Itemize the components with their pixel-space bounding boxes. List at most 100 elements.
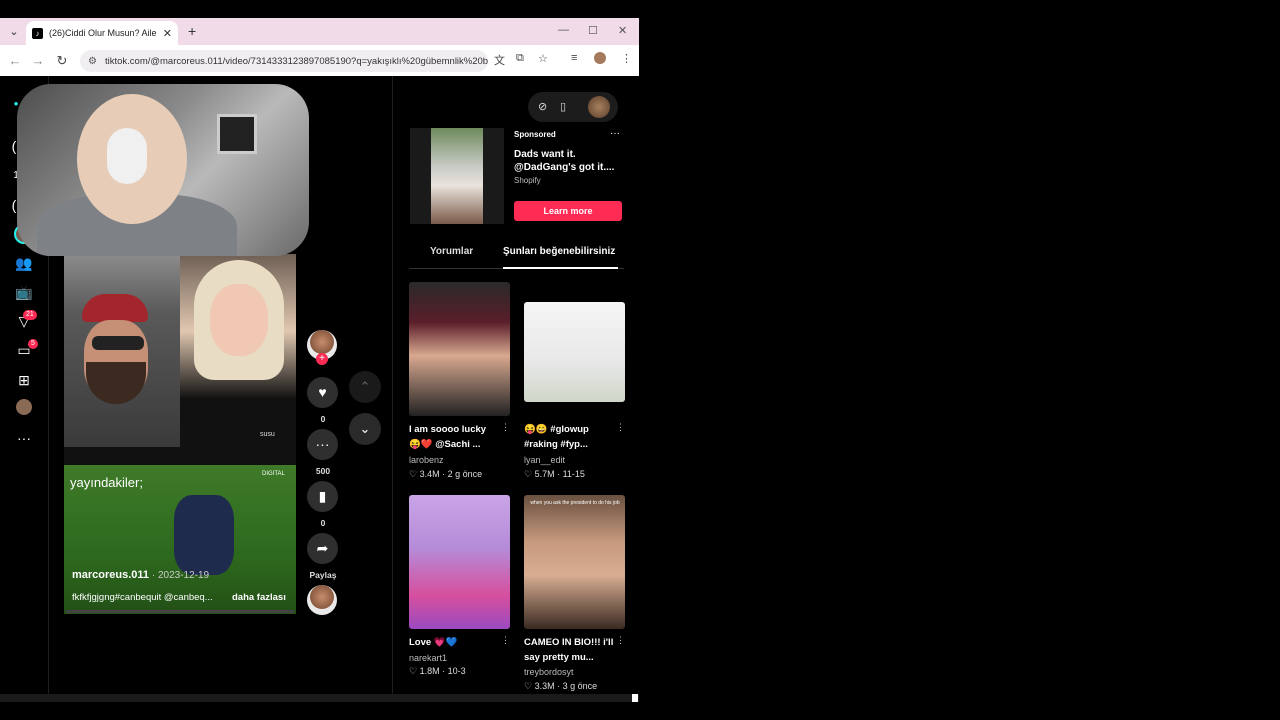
follow-plus-icon[interactable]: + — [316, 353, 328, 365]
tiktok-favicon-icon: ♪ — [32, 27, 43, 39]
card-title[interactable]: 😝😀 #glowup #raking #fyp... — [524, 422, 614, 452]
scrollbar-thumb[interactable] — [632, 694, 638, 702]
more-options-icon[interactable]: ⋮ — [501, 422, 510, 433]
beard — [86, 362, 146, 404]
ad-thumbnail[interactable] — [410, 128, 504, 224]
close-window-icon[interactable]: ✕ — [618, 24, 627, 37]
panel-tabs: Yorumlar Şunları beğenebilirsiniz — [409, 241, 624, 269]
user-avatar-icon[interactable] — [16, 399, 32, 415]
site-info-icon[interactable]: ⚙ — [88, 56, 97, 67]
star-icon[interactable]: ☆ — [538, 52, 548, 65]
sunglasses — [92, 336, 144, 350]
video-date: · 2023-12-19 — [149, 570, 210, 581]
webcam-overlay — [17, 84, 309, 256]
football-player — [174, 495, 234, 575]
video-overlay-text: yayındakiler; — [70, 475, 143, 490]
more-options-icon[interactable]: ⋮ — [616, 635, 625, 646]
messages-badge: 5 — [28, 339, 38, 349]
video-progress-bar[interactable] — [66, 610, 294, 613]
card-thumbnail[interactable]: when you ask the president to do his job — [524, 495, 625, 629]
like-count: 0 — [320, 414, 326, 424]
learn-more-button[interactable]: Learn more — [514, 201, 622, 221]
ad-brand: Shopify — [514, 176, 541, 185]
watermark-logo: DIGITAL — [262, 471, 285, 477]
more-options-icon[interactable]: ⋮ — [501, 635, 510, 646]
card-thumbnail[interactable] — [409, 495, 510, 629]
new-tab-button[interactable]: + — [188, 23, 196, 39]
share-icon[interactable]: ➦ — [307, 533, 338, 564]
right-panel: ⊘ ▯ Sponsored ··· Dads want it. @DadGang… — [392, 76, 639, 702]
upload-icon[interactable]: ⊞ — [14, 370, 34, 390]
comment-icon[interactable]: ··· — [307, 429, 338, 460]
minimize-icon[interactable]: — — [558, 24, 569, 36]
headphones — [107, 128, 147, 184]
sponsored-ad[interactable]: Sponsored ··· Dads want it. @DadGang's g… — [410, 128, 624, 228]
browser-window: ⌄ ♪ (26)Ciddi Olur Musun? Aile ve D ✕ + … — [0, 18, 639, 702]
card-title[interactable]: Love 💗💙 — [409, 635, 499, 650]
account-avatar[interactable] — [588, 96, 610, 118]
video-description: fkfkfjgjgng#canbequit @canbeq... — [72, 592, 213, 603]
media-icon[interactable]: ≡ — [571, 52, 577, 64]
card-thumbnail[interactable] — [409, 282, 510, 416]
bookmark-icon[interactable]: ▮ — [307, 481, 338, 512]
video-frame-bottom: yayındakiler; DIGITAL marcoreus.011 · 20… — [64, 465, 296, 614]
video-tag: susu — [260, 431, 275, 438]
share-label: Paylaş — [309, 570, 337, 580]
address-bar[interactable]: ⚙ tiktok.com/@marcoreus.011/video/731433… — [80, 50, 488, 72]
ad-image — [431, 128, 483, 224]
cap — [82, 294, 148, 322]
author-name[interactable]: marcoreus.011 — [72, 569, 149, 581]
more-link[interactable]: daha fazlası — [232, 592, 286, 603]
card-title[interactable]: CAMEO IN BIO!!! i'll say pretty mu... — [524, 635, 614, 665]
thumbnail-caption: when you ask the president to do his job — [530, 500, 620, 506]
tiktok-page: ● ( 1 ( 👥 📺 ▽ 21 ▭ 5 ⊞ ··· susu yayındak… — [0, 76, 639, 702]
comment-count: 500 — [315, 466, 331, 476]
compass-icon[interactable]: ⊘ — [538, 100, 547, 113]
more-icon[interactable]: ··· — [14, 428, 34, 448]
tab-suggested[interactable]: Şunları beğenebilirsiniz — [503, 246, 615, 257]
inbox-badge: 21 — [23, 310, 37, 320]
horizontal-scrollbar[interactable] — [0, 694, 639, 702]
save-count: 0 — [320, 518, 326, 528]
browser-tab[interactable]: ♪ (26)Ciddi Olur Musun? Aile ve D ✕ — [26, 21, 178, 45]
tab-strip: ⌄ ♪ (26)Ciddi Olur Musun? Aile ve D ✕ + … — [0, 18, 639, 45]
tab-comments[interactable]: Yorumlar — [430, 246, 473, 257]
active-tab-indicator — [503, 267, 618, 269]
cast-icon[interactable]: ⧉ — [516, 52, 524, 65]
card-author[interactable]: narekart1 — [409, 653, 447, 663]
url-text: tiktok.com/@marcoreus.011/video/73143331… — [104, 55, 488, 67]
chevron-down-icon[interactable]: ⌄ — [6, 24, 22, 40]
card-author[interactable]: lyan__edit — [524, 455, 565, 465]
profile-icon[interactable] — [594, 52, 606, 64]
mobile-icon[interactable]: ▯ — [560, 100, 566, 113]
card-stats: ♡ 3.3M · 3 g önce — [524, 681, 598, 691]
heart-icon[interactable]: ♥ — [307, 377, 338, 408]
back-icon[interactable]: ← — [3, 53, 27, 68]
translate-icon[interactable]: 文 — [494, 52, 505, 68]
close-icon[interactable]: ✕ — [163, 27, 172, 40]
more-options-icon[interactable]: ⋮ — [616, 422, 625, 433]
users-icon[interactable]: 👥 — [14, 253, 34, 273]
ad-title: Dads want it. @DadGang's got it.... — [514, 149, 615, 173]
menu-icon[interactable]: ⋮ — [621, 52, 632, 65]
music-avatar[interactable] — [307, 585, 337, 615]
video-frame-left — [64, 254, 180, 447]
tab-title: (26)Ciddi Olur Musun? Aile ve D — [49, 28, 159, 38]
card-author[interactable]: treybordosyt — [524, 667, 574, 677]
live-icon[interactable]: 📺 — [14, 282, 34, 302]
chevron-up-icon[interactable]: ⌃ — [349, 371, 381, 403]
more-options-icon[interactable]: ··· — [610, 128, 620, 139]
forward-icon[interactable]: → — [26, 53, 50, 68]
card-stats: ♡ 1.8M · 10-3 — [409, 666, 466, 676]
wall-picture — [217, 114, 257, 154]
reload-icon[interactable]: ↻ — [50, 53, 74, 69]
video-author[interactable]: marcoreus.011 · 2023-12-19 — [72, 569, 209, 581]
card-stats: ♡ 3.4M · 2 g önce — [409, 469, 483, 479]
video-player[interactable]: susu yayındakiler; DIGITAL marcoreus.011… — [64, 254, 296, 614]
maximize-icon[interactable]: ☐ — [588, 24, 598, 37]
chevron-down-nav-icon[interactable]: ⌄ — [349, 413, 381, 445]
card-author[interactable]: larobenz — [409, 455, 444, 465]
card-title[interactable]: I am soooo lucky 😝❤️ @Sachi ... — [409, 422, 499, 452]
video-frame-right — [180, 254, 296, 447]
card-thumbnail[interactable] — [524, 302, 625, 402]
